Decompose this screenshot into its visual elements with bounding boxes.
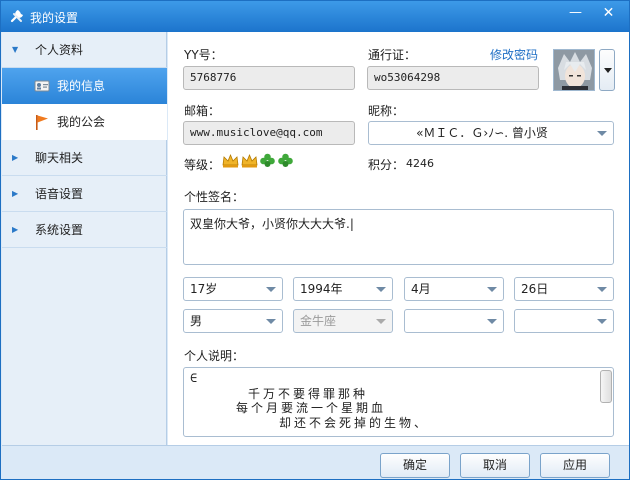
passport-field[interactable]: wo53064298 [367, 66, 539, 90]
yy-number-field[interactable]: 5768776 [183, 66, 355, 90]
title-bar[interactable]: 我的设置 — ✕ [1, 1, 629, 32]
province-select[interactable] [404, 309, 504, 333]
chevron-down-icon[interactable] [597, 319, 607, 324]
settings-window: 我的设置 — ✕ ▼ 个人资料 我的信息 我的公会 ▶ 聊天相关 ▶ 语音设置 … [0, 0, 630, 480]
sidebar-group-system[interactable]: ▶ 系统设置 [2, 212, 167, 248]
clover-icon [278, 153, 293, 167]
gender-value: 男 [190, 314, 203, 328]
city-select[interactable] [514, 309, 614, 333]
avatar[interactable] [553, 49, 595, 91]
sidebar-item-label: 我的公会 [57, 115, 106, 129]
sidebar-item-my-info[interactable]: 我的信息 [2, 68, 167, 104]
sidebar-group-label: 聊天相关 [35, 151, 84, 165]
zodiac-select: 金牛座 [293, 309, 393, 333]
nickname-label: 昵称： [368, 104, 405, 118]
avatar-image [554, 50, 594, 90]
chevron-down-icon[interactable] [597, 287, 607, 292]
signature-input[interactable]: 双皇你大爷，小贤你大大大爷.| [183, 209, 614, 265]
passport-label: 通行证： [368, 48, 417, 62]
age-select[interactable]: 17岁 [183, 277, 283, 301]
sidebar: ▼ 个人资料 我的信息 我的公会 ▶ 聊天相关 ▶ 语音设置 ▶ 系统设置 [2, 32, 167, 445]
tools-icon [10, 10, 23, 23]
sidebar-item-my-guild[interactable]: 我的公会 [2, 104, 167, 140]
ok-button[interactable]: 确定 [380, 453, 450, 478]
description-label: 个人说明： [184, 349, 245, 363]
description-scrollbar[interactable] [600, 370, 612, 403]
sidebar-group-label: 语音设置 [35, 187, 84, 201]
nickname-field[interactable]: «ＭＩＣ．Ｇ›ﾉ∽. 曾小贤 [368, 121, 614, 145]
cancel-button[interactable]: 取消 [460, 453, 530, 478]
dialog-footer: 确定 取消 应用 [2, 445, 629, 479]
points-label: 积分： [368, 158, 405, 172]
birth-month-value: 4月 [411, 282, 431, 296]
sidebar-group-label: 个人资料 [35, 43, 84, 57]
description-line: ∈ [190, 371, 201, 385]
change-password-link[interactable]: 修改密码 [490, 46, 538, 63]
flag-icon [36, 115, 48, 130]
chevron-down-icon[interactable] [597, 131, 607, 136]
chevron-down-icon [376, 319, 386, 324]
clover-icon [260, 153, 275, 167]
window-title: 我的设置 [30, 11, 79, 25]
profile-panel: YY号： 5768776 通行证： 修改密码 wo53064298 邮箱： ww… [168, 32, 629, 445]
chevron-right-icon: ▶ [12, 189, 19, 198]
chevron-down-icon[interactable] [487, 319, 497, 324]
zodiac-value: 金牛座 [300, 314, 337, 328]
age-value: 17岁 [190, 282, 218, 296]
email-label: 邮箱： [184, 104, 221, 118]
sidebar-group-chat[interactable]: ▶ 聊天相关 [2, 140, 167, 176]
avatar-dropdown-button[interactable] [599, 49, 615, 91]
chevron-down-icon[interactable] [376, 287, 386, 292]
level-label: 等级： [184, 158, 221, 172]
chevron-down-icon[interactable] [487, 287, 497, 292]
sidebar-group-label: 系统设置 [35, 223, 84, 237]
chevron-right-icon: ▶ [12, 153, 19, 162]
description-input[interactable]: ∈ 千万不要得罪那种 每个月要流一个星期血 却还不会死掉的生物、 [183, 367, 614, 437]
gender-select[interactable]: 男 [183, 309, 283, 333]
nickname-value: «ＭＩＣ．Ｇ›ﾉ∽. 曾小贤 [416, 126, 548, 140]
minimize-button[interactable]: — [562, 3, 589, 25]
sidebar-group-profile[interactable]: ▼ 个人资料 [2, 32, 167, 68]
sidebar-item-label: 我的信息 [57, 79, 106, 93]
description-line: 却还不会死掉的生物、 [279, 416, 430, 430]
chevron-right-icon: ▶ [12, 225, 19, 234]
birth-year-select[interactable]: 1994年 [293, 277, 393, 301]
points-value: 4246 [406, 157, 434, 170]
crown-icon [222, 153, 239, 168]
birth-day-select[interactable]: 26日 [514, 277, 614, 301]
yy-label: YY号： [184, 48, 223, 62]
birth-month-select[interactable]: 4月 [404, 277, 504, 301]
sidebar-group-voice[interactable]: ▶ 语音设置 [2, 176, 167, 212]
crown-icon [241, 153, 258, 168]
chevron-down-icon[interactable] [266, 287, 276, 292]
signature-text: 双皇你大爷，小贤你大大大爷.| [190, 217, 354, 231]
close-button[interactable]: ✕ [595, 3, 622, 25]
birth-year-value: 1994年 [300, 282, 343, 296]
apply-button[interactable]: 应用 [540, 453, 610, 478]
signature-label: 个性签名： [184, 190, 245, 204]
chevron-down-icon: ▼ [12, 45, 19, 54]
birth-day-value: 26日 [521, 282, 549, 296]
email-field[interactable]: www.musiclove@qq.com [183, 121, 355, 145]
id-card-icon [34, 80, 50, 92]
chevron-down-icon[interactable] [266, 319, 276, 324]
